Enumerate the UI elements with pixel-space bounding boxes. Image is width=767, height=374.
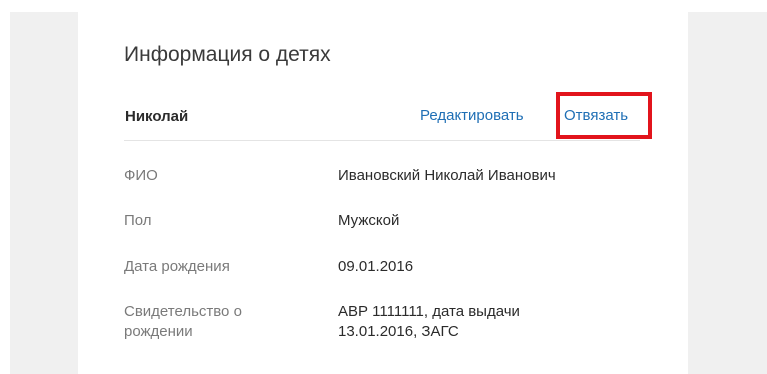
left-gutter — [10, 12, 78, 374]
field-value-fio: Ивановский Николай Иванович — [338, 167, 556, 184]
field-value-certificate: АВР 1111111, дата выдачи 13.01.2016, ЗАГ… — [338, 302, 638, 342]
highlight-frame — [556, 92, 652, 139]
right-gutter — [688, 12, 767, 374]
edit-link[interactable]: Редактировать — [420, 107, 524, 124]
children-info-card: Информация о детях Николай Редактировать… — [78, 12, 688, 374]
field-value-birthdate: 09.01.2016 — [338, 258, 414, 275]
field-label-certificate-line2: рождении — [124, 323, 193, 340]
field-value-certificate-line1: АВР 1111111, дата выдачи — [338, 303, 520, 320]
divider — [124, 140, 640, 141]
field-label-gender: Пол — [124, 212, 152, 229]
field-label-certificate: Свидетельство о рождении — [124, 302, 314, 342]
field-value-certificate-line2: 13.01.2016, ЗАГС — [338, 323, 459, 340]
field-label-birthdate: Дата рождения — [124, 258, 230, 275]
child-name: Николай — [125, 108, 189, 125]
field-value-gender: Мужской — [338, 212, 400, 229]
section-title: Информация о детях — [124, 43, 331, 66]
field-label-fio: ФИО — [124, 167, 158, 184]
field-label-certificate-line1: Свидетельство о — [124, 303, 242, 320]
